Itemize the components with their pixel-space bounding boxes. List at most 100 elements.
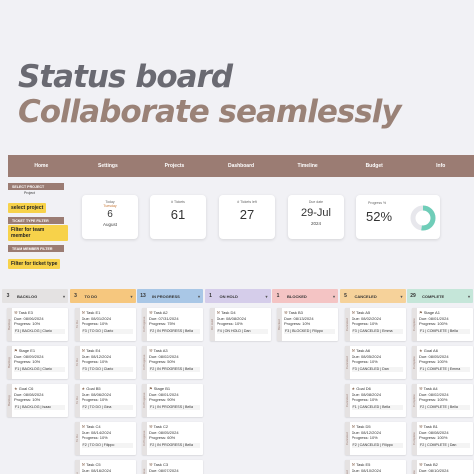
- ticket-status-side-label: Canceled: [344, 308, 350, 341]
- filters-panel: SELECT PROJECT Project select project TI…: [8, 183, 68, 273]
- ticket-card[interactable]: Canceled ⚒ Task D5 Due: 08/12/2024 Progress…: [344, 422, 406, 455]
- today-month: August: [102, 222, 117, 227]
- ticket-progress: Progress: 75%: [149, 321, 176, 326]
- ticket-status-side-label: Complete: [412, 422, 417, 455]
- ticket-card[interactable]: In Progress⚒ Task C3Due: 08/07/2024Progr…: [142, 460, 203, 474]
- chevron-down-icon[interactable]: ▾: [128, 294, 136, 299]
- column-backlog: 3 BACKLOG ▾ Backlog ⚒ Task E3 Due: 08/06/2024…: [2, 289, 68, 474]
- ticket-status-side-label: To Do: [74, 346, 80, 379]
- ticket-card[interactable]: To Do ⚒ Task C4 Due: 08/14/2024 Progress: 1…: [74, 422, 136, 455]
- ticket-card[interactable]: Canceled ★ Goal D6 Due: 08/08/2024 Progress…: [344, 384, 406, 417]
- progress-card: Progress % 52%: [356, 195, 440, 239]
- column-title: BLOCKED: [287, 293, 307, 299]
- ticket-card[interactable]: Canceled⚒ Task E5Due: 08/10/2024Progress…: [344, 460, 406, 474]
- select-project-dropdown[interactable]: select project: [8, 203, 47, 213]
- due-date-card: Due date 29-Jul 2024: [288, 195, 344, 239]
- ticket-tag: F1 | BACKLOG | Isaac: [14, 404, 65, 410]
- nav-info[interactable]: Info: [407, 155, 474, 177]
- column-complete: 29 COMPLETE ▾ Complete ⚑ Stage A1 Due: 08/01/…: [407, 289, 473, 474]
- chevron-down-icon[interactable]: ▾: [465, 294, 473, 299]
- ticket-name: Stage B1: [153, 386, 171, 391]
- ticket-tag: F2 | TO DO | Gina: [81, 404, 133, 410]
- ticket-tag: F2 | COMPLETE | Dan: [419, 442, 470, 448]
- ticket-card[interactable]: Canceled ⚒ Task A5 Due: 08/02/2024 Progress…: [344, 308, 406, 341]
- ticket-type-filter[interactable]: Filter for ticket type: [8, 259, 61, 269]
- ticket-card[interactable]: Complete ⚒ Task B1 Due: 08/08/2024 Progress…: [412, 422, 473, 455]
- column-header[interactable]: 13 IN PROGRESS ▾: [137, 289, 203, 303]
- ticket-card[interactable]: Complete ★ Goal A6 Due: 08/05/2024 Progress…: [412, 346, 473, 379]
- chevron-down-icon[interactable]: ▾: [263, 294, 271, 299]
- ticket-card[interactable]: Backlog ⚑ Stage E1 Due: 08/09/2024 Progress…: [7, 346, 68, 379]
- ticket-tag: F2 | COMPLETE | Bella: [419, 404, 470, 410]
- nav-home[interactable]: Home: [8, 155, 75, 177]
- team-member-filter[interactable]: Filter for team member: [8, 225, 68, 241]
- chevron-down-icon[interactable]: ▾: [195, 294, 203, 299]
- ticket-tag: F4 | ON HOLD | Dan: [216, 328, 268, 334]
- tickets-left-card: # Tickets left 27: [219, 195, 275, 239]
- ticket-name: Task A5: [356, 310, 371, 315]
- ticket-progress: Progress: 10%: [216, 321, 243, 326]
- ticket-name: Task A3: [153, 348, 168, 353]
- ticket-card[interactable]: Canceled ⚒ Task A6 Due: 08/05/2024 Progress…: [344, 346, 406, 379]
- ticket-card[interactable]: Complete ⚑ Stage A1 Due: 08/01/2024 Progres…: [412, 308, 473, 341]
- ticket-name: Task B1: [423, 424, 438, 429]
- tickets-card: # Tickets 61: [150, 195, 206, 239]
- column-header[interactable]: 1 ON HOLD ▾: [204, 289, 271, 303]
- progress-label: Progress %: [368, 201, 387, 205]
- ticket-card[interactable]: In Progress ⚒ Task A3 Due: 08/02/2024 Progr…: [142, 346, 203, 379]
- column-header[interactable]: 29 COMPLETE ▾: [407, 289, 473, 303]
- today-weekday: Tuesday: [103, 204, 117, 208]
- ticket-card[interactable]: In Progress ⚒ Task C2 Due: 08/05/2024 Progr…: [142, 422, 203, 455]
- chevron-down-icon[interactable]: ▾: [330, 294, 338, 299]
- due-date-value: 29-Jul: [301, 207, 331, 219]
- ticket-progress: Progress: 10%: [284, 321, 311, 326]
- ticket-progress: Progress: 60%: [149, 435, 176, 440]
- ticket-name: Task E4: [86, 348, 101, 353]
- due-date-label: Due date: [308, 200, 324, 204]
- column-blocked: 1 BLOCKED ▾ Blocked ⚒ Task B3 Due: 08/13/2024…: [272, 289, 338, 474]
- ticket-card[interactable]: To Do ★ Goal B5 Due: 08/06/2024 Progress: 1…: [74, 384, 136, 417]
- column-in-progress: 13 IN PROGRESS ▾ In Progress ⚒ Task A2 Due: 0…: [137, 289, 203, 474]
- nav-timeline[interactable]: Timeline: [274, 155, 341, 177]
- ticket-card[interactable]: Complete⚒ Task B2Due: 08/10/2024Progress…: [412, 460, 473, 474]
- ticket-name: Task B2: [423, 462, 438, 467]
- ticket-card[interactable]: Backlog ★ Goal C6 Due: 08/08/2024 Progress:…: [7, 384, 68, 417]
- column-count: 1: [276, 293, 280, 299]
- ticket-tag: F3 | CANCELED | Dan: [351, 366, 403, 372]
- ticket-card[interactable]: Complete ⚒ Task A4 Due: 08/02/2024 Progress…: [412, 384, 473, 417]
- chevron-down-icon[interactable]: ▾: [398, 294, 406, 299]
- ticket-tag: F3 | BACKLOG | Clario: [14, 328, 65, 334]
- nav-settings[interactable]: Settings: [75, 155, 142, 177]
- ticket-progress: Progress: 100%: [419, 397, 448, 402]
- ticket-card[interactable]: To Do ⚒ Task E1 Due: 08/01/2024 Progress: 1…: [74, 308, 136, 341]
- ticket-progress: Progress: 100%: [419, 321, 448, 326]
- ticket-card[interactable]: Backlog ⚒ Task E3 Due: 08/06/2024 Progress:…: [7, 308, 68, 341]
- ticket-card[interactable]: In Progress ⚒ Task A2 Due: 07/31/2024 Progr…: [142, 308, 203, 341]
- nav-projects[interactable]: Projects: [141, 155, 208, 177]
- ticket-card[interactable]: To Do ⚒ Task E4 Due: 08/12/2024 Progress: 1…: [74, 346, 136, 379]
- chevron-down-icon[interactable]: ▾: [60, 294, 68, 299]
- ticket-card[interactable]: To Do⚒ Task C5Due: 08/16/2024Progress: 1…: [74, 460, 136, 474]
- ticket-name: Goal A6: [423, 348, 438, 353]
- column-title: BACKLOG: [17, 293, 38, 299]
- column-title: TO DO: [84, 293, 98, 299]
- column-header[interactable]: 3 TO DO ▾: [69, 289, 136, 303]
- column-header[interactable]: 5 CANCELED ▾: [339, 289, 406, 303]
- ticket-status-side-label: Complete: [412, 460, 417, 474]
- ticket-name: Stage E1: [18, 348, 36, 353]
- ticket-tag: F2 | IN PROGRESS | Bella: [149, 442, 200, 448]
- ticket-tag: F1 | BACKLOG | Clario: [14, 366, 65, 372]
- ticket-card[interactable]: In Progress ⚑ Stage B1 Due: 08/01/2024 Prog…: [142, 384, 203, 417]
- ticket-status-side-label: Complete: [412, 346, 417, 379]
- nav-budget[interactable]: Budget: [341, 155, 408, 177]
- ticket-progress: Progress: 10%: [81, 321, 108, 326]
- column-header[interactable]: 3 BACKLOG ▾: [2, 289, 68, 303]
- ticket-card[interactable]: On Hold ⚒ Task D4 Due: 08/08/2024 Progress:…: [209, 308, 271, 341]
- column-header[interactable]: 1 BLOCKED ▾: [272, 289, 338, 303]
- team-member-label: TEAM MEMBER FILTER: [8, 245, 64, 252]
- ticket-card[interactable]: Blocked ⚒ Task B3 Due: 08/13/2024 Progress:…: [277, 308, 338, 341]
- ticket-status-side-label: To Do: [74, 384, 80, 417]
- ticket-name: Goal C6: [18, 386, 34, 391]
- nav-dashboard[interactable]: Dashboard: [208, 155, 275, 177]
- page-subtitle: Collaborate seamlessly: [18, 94, 402, 130]
